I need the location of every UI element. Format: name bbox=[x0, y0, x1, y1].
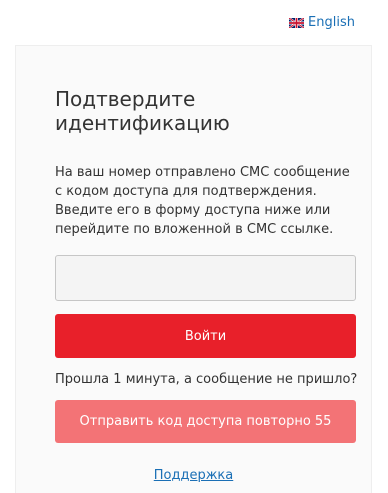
language-switcher[interactable]: English bbox=[289, 16, 355, 29]
page: English Подтвердите идентификацию На ваш… bbox=[0, 0, 388, 493]
instructions-text: На ваш номер отправлено СМС сообщение с … bbox=[55, 165, 350, 237]
support-link[interactable]: Поддержка bbox=[16, 468, 371, 483]
resend-hint-text: Прошла 1 минута, а сообщение не пришло? bbox=[55, 372, 358, 387]
uk-flag-icon bbox=[289, 17, 305, 28]
verification-card: Подтвердите идентификацию На ваш номер о… bbox=[15, 45, 372, 493]
page-title: Подтвердите идентификацию bbox=[55, 87, 230, 135]
resend-code-button[interactable]: Отправить код доступа повторно 55 bbox=[55, 400, 356, 443]
access-code-input[interactable] bbox=[55, 255, 356, 301]
login-button[interactable]: Войти bbox=[55, 314, 356, 358]
language-label[interactable]: English bbox=[308, 16, 355, 29]
